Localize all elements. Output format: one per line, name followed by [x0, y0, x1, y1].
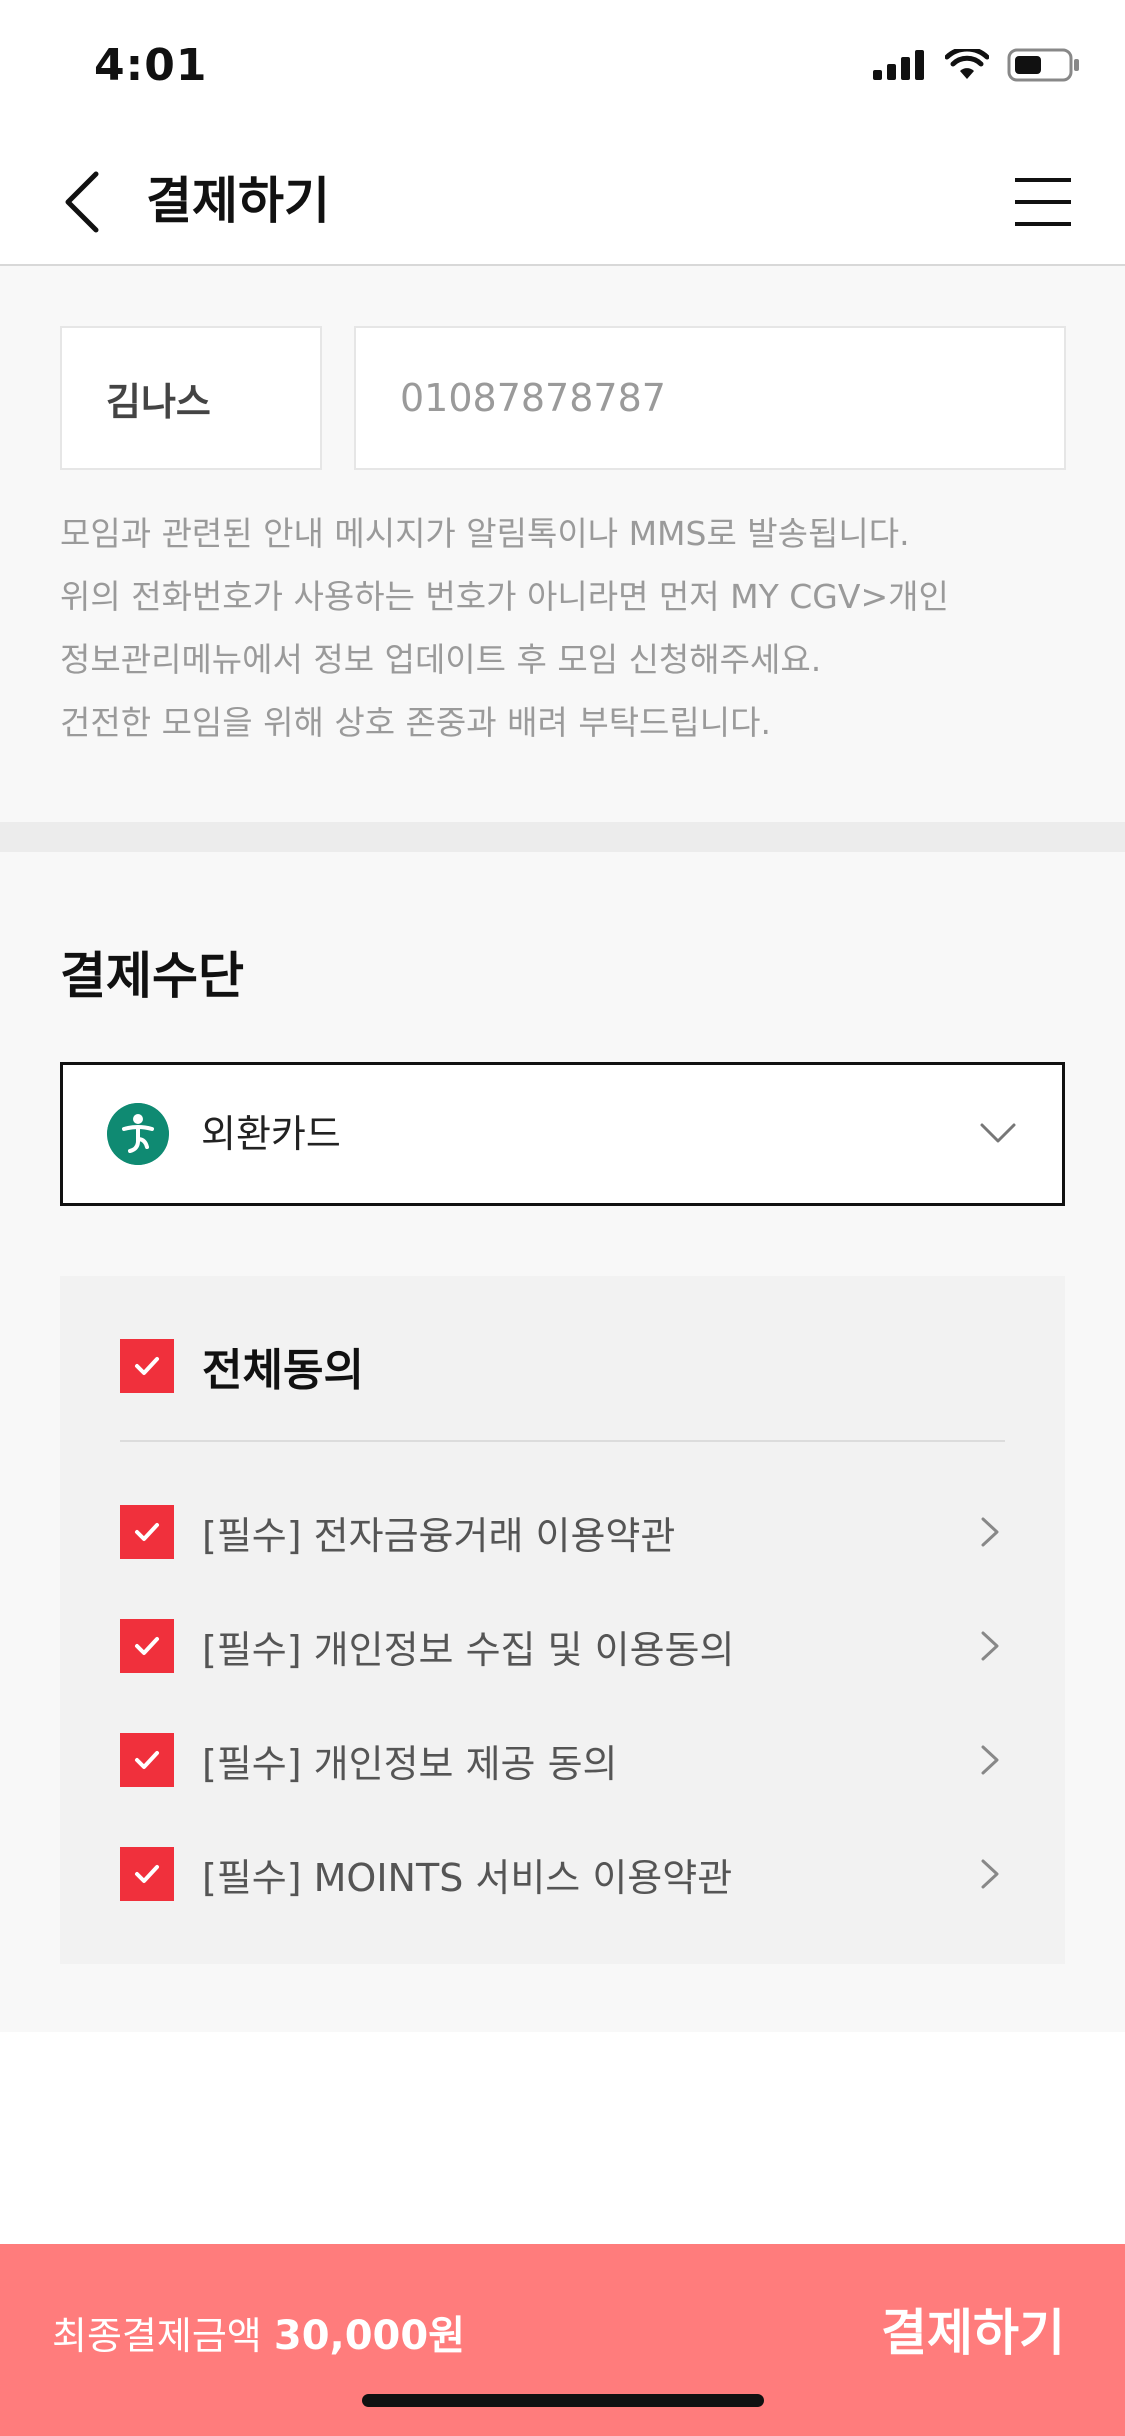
page-title: 결제하기 [146, 172, 330, 230]
chevron-right-icon[interactable] [973, 1858, 1005, 1890]
payment-section: 결제수단 외환카드 전체동의 [필수] 전자금융거래 이용약관 [필수] 개인정… [0, 852, 1125, 2032]
check-icon [135, 1357, 159, 1375]
pay-bar[interactable]: 최종결제금액 30,000원 결제하기 [0, 2244, 1125, 2436]
agreement-label: [필수] 개인정보 수집 및 이용동의 [202, 1627, 735, 1672]
agreement-label: [필수] 전자금융거래 이용약관 [202, 1513, 676, 1558]
status-icons [873, 48, 1081, 82]
battery-icon [1007, 48, 1079, 82]
notice-line: 건전한 모임을 위해 상호 존중과 배려 부탁드립니다. [60, 703, 771, 742]
payment-method-heading: 결제수단 [60, 947, 244, 1005]
cellular-signal-icon [873, 50, 924, 80]
notice-line: 모임과 관련된 안내 메시지가 알림톡이나 MMS로 발송됩니다. [60, 514, 910, 553]
contact-section: 김나스 01087878787 모임과 관련된 안내 메시지가 알림톡이나 MM… [0, 266, 1125, 822]
name-field[interactable]: 김나스 [60, 326, 322, 470]
status-time: 4:01 [94, 40, 208, 91]
agreement-checkbox[interactable] [120, 1505, 174, 1559]
check-icon [135, 1523, 159, 1541]
agreement-label: [필수] MOINTS 서비스 이용약관 [202, 1855, 733, 1900]
chevron-right-icon[interactable] [973, 1744, 1005, 1776]
agreement-label: [필수] 개인정보 제공 동의 [202, 1741, 618, 1786]
chevron-right-icon[interactable] [973, 1630, 1005, 1662]
agreement-panel: 전체동의 [필수] 전자금융거래 이용약관 [필수] 개인정보 수집 및 이용동… [60, 1276, 1065, 1964]
agreement-item[interactable]: [필수] 전자금융거래 이용약관 [120, 1502, 1005, 1562]
chevron-right-icon[interactable] [973, 1516, 1005, 1548]
notice-line: 위의 전화번호가 사용하는 번호가 아니라면 먼저 MY CGV>개인 [60, 577, 949, 616]
agreement-item[interactable]: [필수] MOINTS 서비스 이용약관 [120, 1844, 1005, 1904]
pay-button[interactable]: 결제하기 [881, 2298, 1065, 2368]
wifi-icon [945, 49, 989, 79]
chevron-down-icon [980, 1123, 1016, 1143]
status-bar: 4:01 [0, 0, 1125, 140]
agree-all-label: 전체동의 [202, 1345, 364, 1396]
contact-notice: 모임과 관련된 안내 메시지가 알림톡이나 MMS로 발송됩니다. 위의 전화번… [60, 502, 1080, 754]
check-icon [135, 1865, 159, 1883]
check-icon [135, 1637, 159, 1655]
agree-all-row[interactable]: 전체동의 [120, 1334, 364, 1398]
final-total-label: 최종결제금액 [52, 2314, 262, 2358]
agree-all-checkbox[interactable] [120, 1339, 174, 1393]
payment-screen: 4:01 결제하기 김나스 01087878787 모임과 관련된 안내 메시지… [0, 0, 1125, 2436]
agreement-checkbox[interactable] [120, 1847, 174, 1901]
nav-bar: 결제하기 [0, 140, 1125, 266]
hamburger-menu-icon[interactable] [1013, 174, 1073, 230]
phone-field[interactable]: 01087878787 [354, 326, 1066, 470]
agreement-checkbox[interactable] [120, 1619, 174, 1673]
notice-line: 정보관리메뉴에서 정보 업데이트 후 모임 신청해주세요. [60, 640, 822, 679]
agreement-item[interactable]: [필수] 개인정보 제공 동의 [120, 1730, 1005, 1790]
agreement-item[interactable]: [필수] 개인정보 수집 및 이용동의 [120, 1616, 1005, 1676]
payment-card-select[interactable]: 외환카드 [60, 1062, 1065, 1206]
selected-card-name: 외환카드 [201, 1112, 341, 1156]
keb-hana-logo-icon [107, 1103, 169, 1165]
section-divider [0, 822, 1125, 852]
check-icon [135, 1751, 159, 1769]
back-arrow-icon[interactable] [56, 168, 112, 236]
agreement-checkbox[interactable] [120, 1733, 174, 1787]
home-indicator [362, 2394, 764, 2407]
final-total-amount: 30,000원 [273, 2313, 466, 2359]
final-total: 최종결제금액 30,000원 [52, 2306, 465, 2366]
agreement-divider [120, 1440, 1005, 1442]
